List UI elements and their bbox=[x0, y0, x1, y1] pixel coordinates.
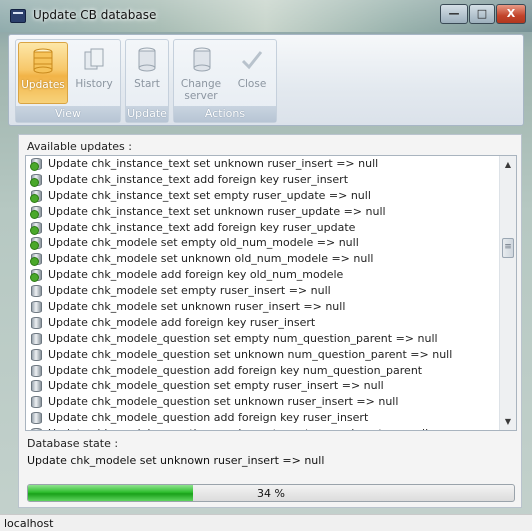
list-item-text: Update chk_modele_question set empty num… bbox=[48, 331, 438, 345]
ribbon-group-view-caption: View bbox=[16, 106, 120, 122]
database-stack-icon bbox=[33, 48, 53, 74]
main-panel: Available updates : Update chk_instance_… bbox=[18, 134, 522, 508]
list-item[interactable]: Update chk_instance_text add foreign key… bbox=[26, 220, 516, 236]
list-item[interactable]: Update chk_instance_text set unknown rus… bbox=[26, 204, 516, 220]
list-item[interactable]: Update chk_modele_question add foreign k… bbox=[26, 410, 516, 426]
database-icon bbox=[31, 380, 42, 393]
list-item-text: Update chk_modele_question set unknown n… bbox=[48, 347, 453, 361]
database-done-icon bbox=[30, 189, 42, 203]
updates-list[interactable]: Update chk_instance_text set unknown rus… bbox=[25, 155, 517, 431]
history-button-label: History bbox=[75, 78, 113, 90]
list-item[interactable]: Update chk_instance_text set unknown rus… bbox=[26, 156, 516, 172]
change-server-button[interactable]: Change server bbox=[176, 42, 228, 104]
database-done-icon bbox=[30, 173, 42, 187]
start-database-icon bbox=[138, 47, 156, 72]
server-status: localhost bbox=[4, 517, 54, 530]
close-button[interactable]: Close bbox=[230, 42, 274, 104]
app-icon bbox=[10, 9, 26, 23]
checkmark-icon bbox=[241, 51, 263, 70]
list-item[interactable]: Update chk_modele set unknown old_num_mo… bbox=[26, 251, 516, 267]
status-bar: localhost bbox=[0, 514, 532, 531]
progress-text: 34 % bbox=[257, 487, 285, 500]
progress-bar: 34 % bbox=[27, 484, 515, 502]
scroll-down-button[interactable]: ▼ bbox=[500, 413, 516, 430]
title-bar[interactable]: Update CB database — □ X bbox=[0, 0, 532, 32]
updates-button[interactable]: Updates bbox=[18, 42, 68, 104]
ribbon-group-update-caption: Update bbox=[126, 106, 168, 122]
list-item-text: Update chk_modele_question set unknown r… bbox=[48, 395, 399, 409]
scroll-up-button[interactable]: ▲ bbox=[500, 156, 516, 173]
database-done-icon bbox=[30, 205, 42, 219]
ribbon-group-actions-caption: Actions bbox=[174, 106, 276, 122]
list-item-text: Update chk_instance_text add foreign key… bbox=[48, 220, 356, 234]
ribbon: Updates History View Start Update Change… bbox=[8, 34, 524, 126]
list-item-text: Update chk_modele_question add foreign k… bbox=[48, 411, 369, 425]
ribbon-group-actions: Change server Close Actions bbox=[173, 39, 277, 123]
list-item-text: Update chk_modele_question add foreign k… bbox=[48, 363, 423, 377]
list-item-text: Update chk_modele set unknown ruser_inse… bbox=[48, 300, 346, 314]
list-item-text: Update chk_instance_text set unknown rus… bbox=[48, 204, 386, 218]
list-item[interactable]: Update chk_modele_question add foreign k… bbox=[26, 363, 516, 379]
database-done-icon bbox=[30, 253, 42, 267]
list-item[interactable]: Update chk_instance_text set empty ruser… bbox=[26, 188, 516, 204]
close-window-button[interactable]: X bbox=[496, 4, 526, 24]
available-updates-label: Available updates : bbox=[27, 140, 132, 153]
change-server-button-label: Change server bbox=[180, 78, 222, 102]
server-icon bbox=[193, 47, 211, 72]
list-item[interactable]: Update chk_modele_question set unknown n… bbox=[26, 347, 516, 363]
ribbon-group-update: Start Update bbox=[125, 39, 169, 123]
window-frame: Update CB database — □ X Updates History… bbox=[0, 0, 532, 531]
list-item-text: Update chk_modele add foreign key ruser_… bbox=[48, 315, 316, 329]
updates-button-label: Updates bbox=[21, 79, 65, 91]
start-button-label: Start bbox=[134, 78, 160, 90]
database-done-icon bbox=[30, 221, 42, 235]
list-item-text: Update chk_modele add foreign key old_nu… bbox=[48, 268, 344, 282]
database-icon bbox=[31, 316, 42, 329]
list-item[interactable]: Update chk_modele_question set unknown r… bbox=[26, 394, 516, 410]
list-item-text: Update chk_modele set empty old_num_mode… bbox=[48, 236, 359, 250]
list-item[interactable]: Update chk_modele set empty ruser_insert… bbox=[26, 283, 516, 299]
start-button[interactable]: Start bbox=[128, 42, 166, 104]
list-item[interactable]: Update chk_instance_text add foreign key… bbox=[26, 172, 516, 188]
list-item[interactable]: Update chk_modele add foreign key ruser_… bbox=[26, 315, 516, 331]
list-item-text: Update chk_instance_text set unknown rus… bbox=[48, 157, 379, 170]
list-item[interactable]: Update chk_modele_question set empty num… bbox=[26, 331, 516, 347]
list-item-text: Update chk_modele set unknown old_num_mo… bbox=[48, 252, 374, 266]
updates-list-items: Update chk_instance_text set unknown rus… bbox=[26, 156, 516, 430]
list-item-text: Update chk_modele_question set empty rus… bbox=[48, 379, 384, 393]
database-done-icon bbox=[30, 237, 42, 251]
minimize-button[interactable]: — bbox=[440, 4, 468, 24]
database-state-value: Update chk_modele set unknown ruser_inse… bbox=[27, 454, 325, 467]
list-item[interactable]: Update chk_modele_question number set em… bbox=[26, 426, 516, 430]
database-icon bbox=[31, 332, 42, 345]
database-state-label: Database state : bbox=[27, 437, 119, 450]
database-icon bbox=[31, 396, 42, 409]
list-item-text: Update chk_instance_text set empty ruser… bbox=[48, 188, 371, 202]
list-item[interactable]: Update chk_modele_question set empty rus… bbox=[26, 378, 516, 394]
database-done-icon bbox=[30, 269, 42, 283]
close-button-label: Close bbox=[237, 78, 267, 90]
window-title: Update CB database bbox=[33, 8, 157, 22]
list-item[interactable]: Update chk_modele set empty old_num_mode… bbox=[26, 235, 516, 251]
history-button[interactable]: History bbox=[70, 42, 118, 104]
list-item[interactable]: Update chk_modele add foreign key old_nu… bbox=[26, 267, 516, 283]
history-icon bbox=[84, 48, 104, 70]
ribbon-group-view: Updates History View bbox=[15, 39, 121, 123]
database-icon bbox=[31, 364, 42, 377]
list-item-text: Update chk_instance_text add foreign key… bbox=[48, 172, 349, 186]
list-item-text: Update chk_modele set empty ruser_insert… bbox=[48, 284, 331, 298]
vertical-scrollbar[interactable]: ▲ ≡ ▼ bbox=[499, 156, 516, 430]
list-item[interactable]: Update chk_modele set unknown ruser_inse… bbox=[26, 299, 516, 315]
database-icon bbox=[31, 285, 42, 298]
database-icon bbox=[31, 301, 42, 314]
database-icon bbox=[31, 348, 42, 361]
database-done-icon bbox=[30, 158, 42, 171]
maximize-button[interactable]: □ bbox=[469, 4, 495, 24]
scroll-thumb[interactable]: ≡ bbox=[502, 238, 514, 258]
database-icon bbox=[31, 412, 42, 425]
list-item-text: Update chk_modele_question number set em… bbox=[48, 427, 428, 430]
database-icon bbox=[31, 428, 42, 430]
